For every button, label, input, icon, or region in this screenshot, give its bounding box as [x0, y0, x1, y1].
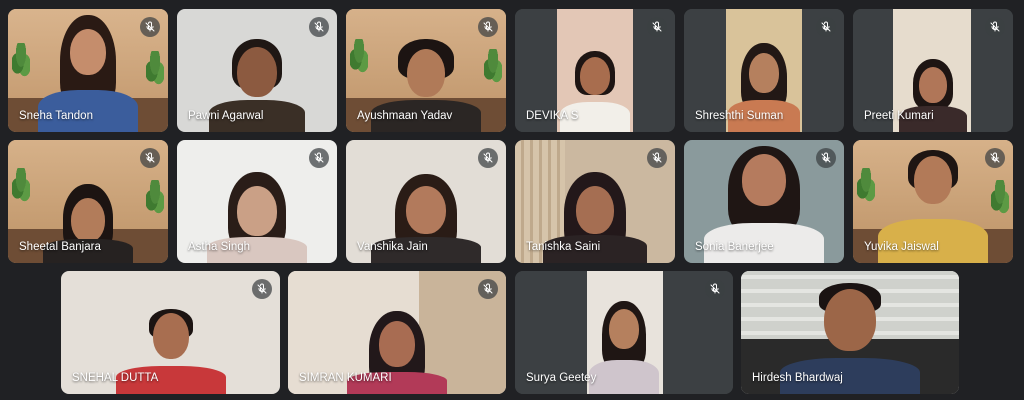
participant-tile[interactable]: Preeti Kumari: [853, 9, 1013, 132]
mic-off-icon: [252, 279, 272, 299]
participant-name: SNEHAL DUTTA: [72, 372, 159, 384]
participant-name: Vanshika Jain: [357, 241, 428, 253]
participant-name: DEVIKA S: [526, 110, 579, 122]
participant-tile[interactable]: DEVIKA S: [515, 9, 675, 132]
participant-name: Sheetal Banjara: [19, 241, 101, 253]
participant-name: Yuvika Jaiswal: [864, 241, 939, 253]
participant-tile[interactable]: Sonia Banerjee: [684, 140, 844, 263]
mic-off-icon: [985, 148, 1005, 168]
mic-off-icon: [478, 148, 498, 168]
participant-tile[interactable]: Hirdesh Bhardwaj: [741, 271, 959, 394]
participant-name: Ayushmaan Yadav: [357, 110, 453, 122]
mic-off-icon: [985, 17, 1005, 37]
participant-name: Preeti Kumari: [864, 110, 934, 122]
mic-off-icon: [647, 148, 667, 168]
participant-tile[interactable]: Sneha Tandon: [8, 9, 168, 132]
participant-tile[interactable]: Shreshthi Suman: [684, 9, 844, 132]
mic-off-icon: [647, 17, 667, 37]
participant-tile[interactable]: Surya Geetey: [515, 271, 733, 394]
participant-tile[interactable]: Tanishka Saini: [515, 140, 675, 263]
participant-tile[interactable]: Vanshika Jain: [346, 140, 506, 263]
participant-name: SIMRAN KUMARI: [299, 372, 392, 384]
mic-off-icon: [140, 148, 160, 168]
participant-tile[interactable]: Pawni Agarwal: [177, 9, 337, 132]
participant-name: Shreshthi Suman: [695, 110, 784, 122]
participant-name: Tanishka Saini: [526, 241, 601, 253]
mic-off-icon: [816, 17, 836, 37]
participant-tile[interactable]: SNEHAL DUTTA: [61, 271, 280, 394]
participant-name: Hirdesh Bhardwaj: [752, 372, 843, 384]
participant-tile[interactable]: Astha Singh: [177, 140, 337, 263]
mic-off-icon: [309, 148, 329, 168]
participant-name: Sonia Banerjee: [695, 241, 774, 253]
participant-name: Astha Singh: [188, 241, 251, 253]
participant-tile[interactable]: Ayushmaan Yadav: [346, 9, 506, 132]
mic-off-icon: [309, 17, 329, 37]
participant-tile[interactable]: Sheetal Banjara: [8, 140, 168, 263]
participant-name: Pawni Agarwal: [188, 110, 264, 122]
mic-off-icon: [140, 17, 160, 37]
mic-off-icon: [705, 279, 725, 299]
participant-tile[interactable]: Yuvika Jaiswal: [853, 140, 1013, 263]
participant-name: Sneha Tandon: [19, 110, 93, 122]
mic-off-icon: [478, 17, 498, 37]
mic-off-icon: [478, 279, 498, 299]
mic-off-icon: [816, 148, 836, 168]
participant-tile[interactable]: SIMRAN KUMARI: [288, 271, 506, 394]
participant-name: Surya Geetey: [526, 372, 597, 384]
